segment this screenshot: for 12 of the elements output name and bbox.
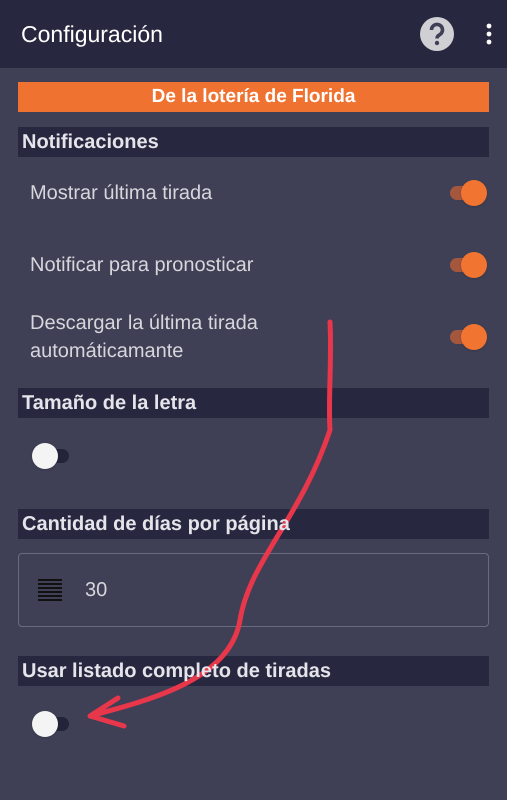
field-value: 30 [85,578,108,603]
setting-label: Mostrar última tirada [30,181,212,206]
setting-label: Notificar para pronosticar [30,253,254,278]
banner: De la lotería de Florida [18,82,489,112]
help-icon[interactable] [419,16,455,52]
list-icon [37,577,63,603]
more-options-icon[interactable] [485,23,493,45]
section-header: Notificaciones [18,127,489,157]
section-header: Tamaño de la letra [18,388,489,418]
setting-label: Descargar la última tirada automáticamante [30,311,259,364]
app-bar-title: Configuración [21,20,164,49]
input-field[interactable]: 30 [18,553,489,627]
